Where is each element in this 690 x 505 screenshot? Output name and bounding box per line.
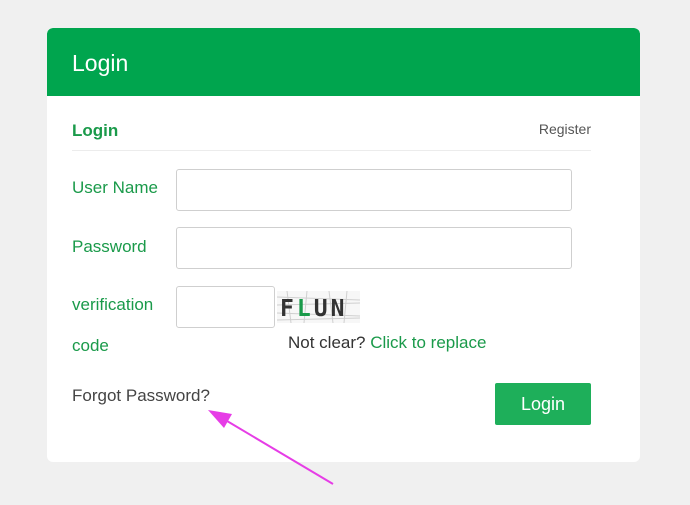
captcha-text: FLUN	[280, 296, 347, 322]
captcha-char: U	[314, 296, 331, 322]
login-button[interactable]: Login	[495, 383, 591, 425]
card-header: Login	[47, 28, 640, 96]
captcha-image[interactable]: FLUN	[277, 291, 360, 323]
header-title: Login	[72, 50, 129, 76]
verification-code-input[interactable]	[176, 286, 275, 328]
login-card: Login Login Register User Name Password …	[47, 28, 640, 462]
captcha-char: F	[280, 296, 297, 322]
password-input[interactable]	[176, 227, 572, 269]
tab-divider	[72, 150, 591, 151]
username-input[interactable]	[176, 169, 572, 211]
tab-login[interactable]: Login	[72, 121, 118, 141]
username-label: User Name	[72, 178, 158, 197]
captcha-char: N	[331, 296, 348, 322]
tab-register[interactable]: Register	[539, 121, 591, 137]
verification-label-line2: code	[72, 336, 109, 355]
captcha-hint: Not clear? Click to replace	[288, 333, 486, 353]
replace-captcha-link[interactable]: Click to replace	[370, 333, 486, 352]
password-label: Password	[72, 237, 147, 256]
not-clear-text: Not clear?	[288, 333, 366, 352]
captcha-char: L	[297, 296, 314, 322]
forgot-password-link[interactable]: Forgot Password?	[72, 386, 210, 406]
verification-label: verification	[72, 295, 154, 314]
